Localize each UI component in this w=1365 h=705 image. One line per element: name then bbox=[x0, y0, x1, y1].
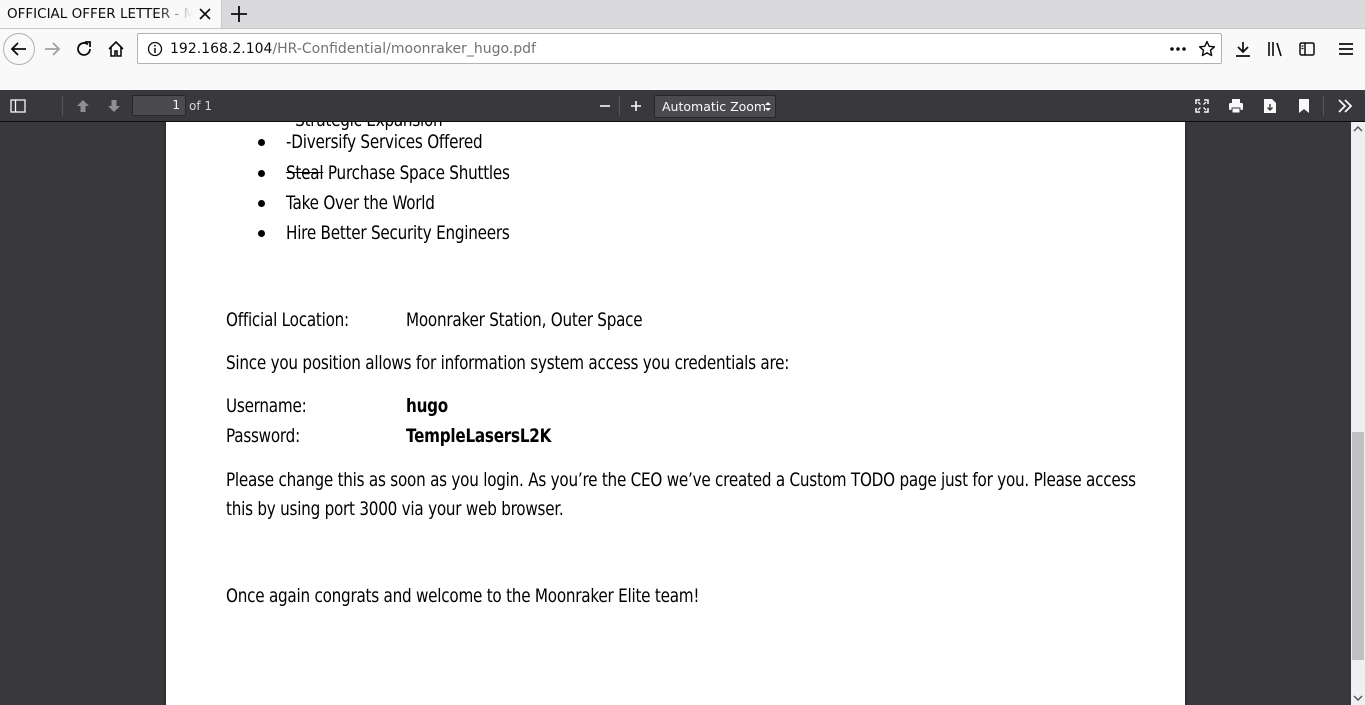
username-label: Username: bbox=[226, 395, 307, 417]
scroll-down-arrow-icon[interactable] bbox=[1353, 694, 1363, 702]
url-host: 192.168.2.104 bbox=[170, 41, 273, 57]
bullet-rest: Purchase Space Shuttles bbox=[323, 162, 510, 184]
url-path: /HR-Confidential/moonraker_hugo.pdf bbox=[272, 41, 536, 57]
navigation-bar: 192.168.2.104/HR-Confidential/moonraker_… bbox=[0, 29, 1365, 91]
reload-icon bbox=[77, 41, 91, 56]
page-actions-icon[interactable] bbox=[1168, 40, 1188, 58]
bullet-dot bbox=[258, 200, 265, 207]
print-icon bbox=[1229, 99, 1243, 114]
bullet-text: Take Over the World bbox=[286, 192, 435, 214]
bullet-text: Hire Better Security Engineers bbox=[286, 222, 510, 244]
password-label: Password: bbox=[226, 425, 300, 447]
struck-word: Steal bbox=[286, 162, 324, 184]
browser-tab[interactable]: OFFICIAL OFFER LETTER - Moonraker bbox=[0, 0, 222, 28]
reload-button[interactable] bbox=[70, 35, 98, 63]
forward-arrow-icon bbox=[45, 42, 61, 56]
toggle-sidebar-button[interactable] bbox=[7, 95, 29, 117]
toolbar-separator bbox=[1323, 96, 1324, 116]
bookmark-icon bbox=[1299, 99, 1309, 113]
downloads-button[interactable] bbox=[1229, 35, 1257, 63]
new-tab-icon[interactable] bbox=[229, 4, 249, 24]
sidebar-toggle-icon bbox=[10, 99, 26, 113]
library-icon bbox=[1268, 42, 1282, 57]
double-chevron-right-icon bbox=[1338, 99, 1353, 113]
close-tab-icon[interactable] bbox=[196, 5, 214, 23]
change-instruction-line1: Please change this as soon as you login.… bbox=[226, 469, 1136, 491]
tab-title: OFFICIAL OFFER LETTER - Moonraker bbox=[7, 6, 193, 22]
pdf-page: · Strategic Expansion -Diversify Service… bbox=[166, 122, 1185, 705]
password-value: TempleLasersL2K bbox=[406, 425, 552, 447]
save-download-icon bbox=[1264, 99, 1276, 113]
hamburger-menu-icon bbox=[1339, 43, 1353, 55]
arrow-down-icon bbox=[108, 100, 120, 112]
vertical-scrollbar[interactable] bbox=[1351, 122, 1365, 705]
sidebar-icon bbox=[1299, 42, 1315, 56]
plus-icon bbox=[631, 101, 641, 111]
bookmark-view-button[interactable] bbox=[1293, 95, 1315, 117]
next-page-button[interactable] bbox=[103, 95, 125, 117]
username-value: hugo bbox=[406, 395, 449, 417]
download-icon bbox=[1236, 42, 1250, 57]
tab-strip: OFFICIAL OFFER LETTER - Moonraker bbox=[0, 0, 1365, 29]
toolbar-separator bbox=[619, 96, 620, 116]
bullet-dot bbox=[258, 170, 265, 177]
arrow-up-icon bbox=[77, 100, 89, 112]
closing-line: Once again congrats and welcome to the M… bbox=[226, 585, 700, 607]
back-button[interactable] bbox=[3, 33, 35, 65]
minus-icon bbox=[600, 105, 610, 107]
presentation-mode-button[interactable] bbox=[1191, 95, 1213, 117]
back-arrow-icon bbox=[10, 42, 26, 56]
bullet-dot bbox=[258, 230, 265, 237]
fullscreen-icon bbox=[1195, 99, 1209, 113]
zoom-in-button[interactable] bbox=[625, 95, 647, 117]
library-button[interactable] bbox=[1261, 35, 1289, 63]
sidebar-button[interactable] bbox=[1293, 35, 1321, 63]
pdf-viewer[interactable]: · Strategic Expansion -Diversify Service… bbox=[0, 122, 1351, 705]
scrollbar-thumb[interactable] bbox=[1352, 432, 1364, 660]
forward-button[interactable] bbox=[38, 35, 66, 63]
bullet-dot bbox=[258, 139, 265, 146]
zoom-select[interactable]: Automatic Zoom bbox=[654, 95, 776, 118]
home-button[interactable] bbox=[102, 35, 130, 63]
site-info-icon[interactable] bbox=[147, 41, 163, 57]
bookmark-star-icon[interactable] bbox=[1198, 40, 1216, 58]
home-icon bbox=[108, 40, 124, 57]
tools-button[interactable] bbox=[1334, 95, 1356, 117]
location-value: Moonraker Station, Outer Space bbox=[406, 309, 643, 331]
scroll-up-arrow-icon[interactable] bbox=[1353, 125, 1363, 133]
location-label: Official Location: bbox=[226, 309, 349, 331]
save-button[interactable] bbox=[1259, 95, 1281, 117]
print-button[interactable] bbox=[1225, 95, 1247, 117]
select-arrows-icon bbox=[765, 102, 771, 111]
zoom-select-value: Automatic Zoom bbox=[662, 99, 767, 114]
toolbar-separator bbox=[62, 96, 63, 116]
change-instruction-line2: this by using port 3000 via your web bro… bbox=[226, 498, 564, 520]
page-count-label: of 1 bbox=[189, 99, 213, 113]
url-text[interactable]: 192.168.2.104/HR-Confidential/moonraker_… bbox=[170, 40, 536, 58]
zoom-out-button[interactable] bbox=[594, 95, 616, 117]
previous-page-button[interactable] bbox=[72, 95, 94, 117]
access-note: Since you position allows for informatio… bbox=[226, 352, 790, 374]
menu-button[interactable] bbox=[1332, 35, 1360, 63]
url-bar[interactable]: 192.168.2.104/HR-Confidential/moonraker_… bbox=[137, 33, 1222, 64]
bullet-text: -Diversify Services Offered bbox=[286, 131, 483, 153]
bullet-text: Steal Purchase Space Shuttles bbox=[286, 161, 510, 185]
page-number-input[interactable]: 1 bbox=[132, 95, 186, 116]
